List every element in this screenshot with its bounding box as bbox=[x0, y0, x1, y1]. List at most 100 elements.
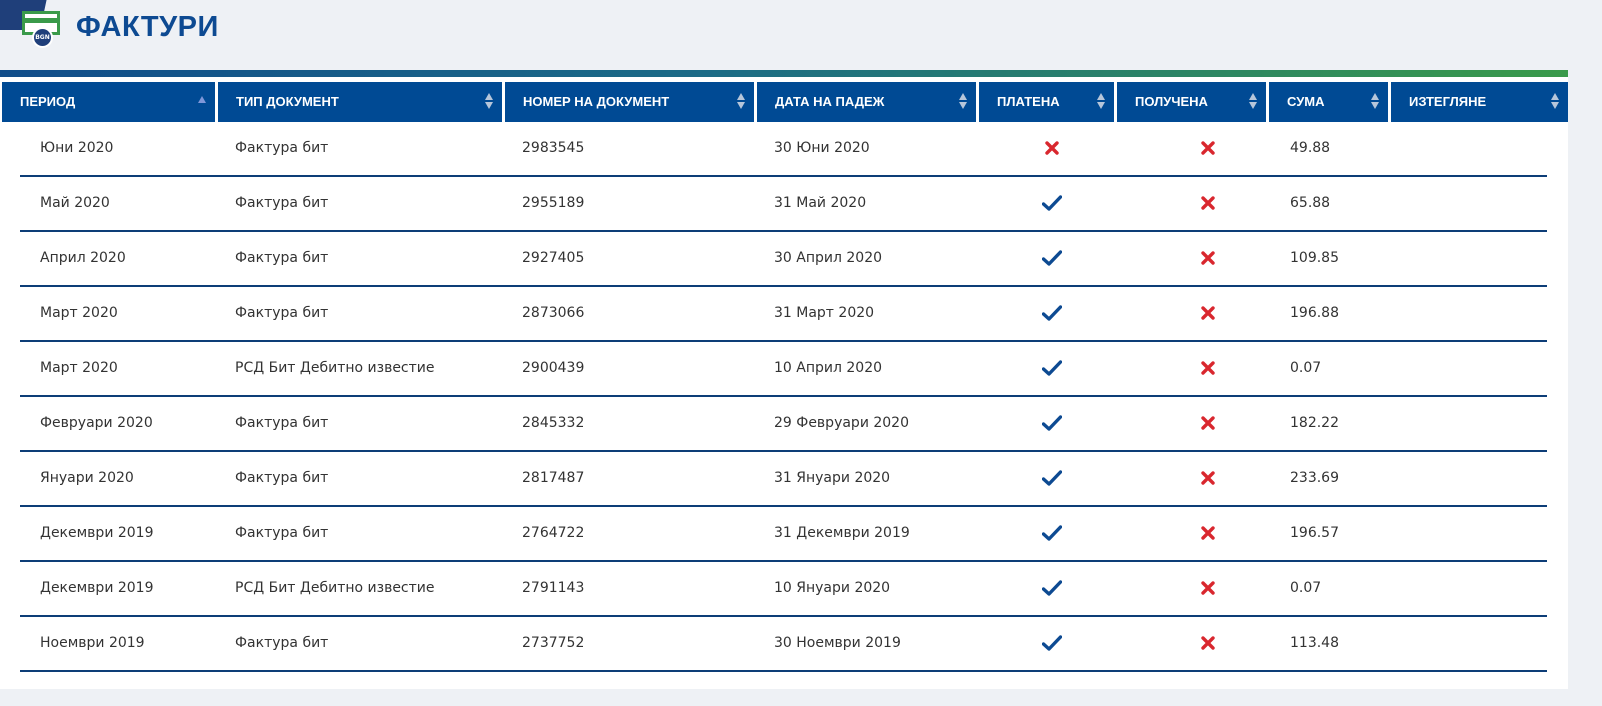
cell-document-type: Фактура бит bbox=[235, 470, 329, 486]
cell-period: Март 2020 bbox=[40, 305, 118, 321]
cell-received-status bbox=[1113, 562, 1265, 615]
cell-period: Януари 2020 bbox=[40, 470, 134, 486]
cell-received-status bbox=[1113, 342, 1265, 395]
sort-icon[interactable] bbox=[959, 93, 968, 111]
sort-down-arrow-icon bbox=[1371, 102, 1379, 109]
sort-icon[interactable] bbox=[1249, 93, 1258, 111]
sort-down-arrow-icon bbox=[1097, 102, 1105, 109]
cell-received-status bbox=[1113, 452, 1265, 505]
sort-up-arrow-icon bbox=[1097, 93, 1105, 100]
sort-up-arrow-icon bbox=[198, 96, 206, 103]
sort-down-arrow-icon bbox=[1249, 102, 1257, 109]
cell-paid-status bbox=[975, 177, 1113, 230]
cell-due-date: 30 Ноември 2019 bbox=[774, 635, 901, 651]
column-header-number[interactable]: НОМЕР НА ДОКУМЕНТ bbox=[505, 82, 754, 122]
cross-icon bbox=[1201, 581, 1215, 595]
cell-received-status bbox=[1113, 177, 1265, 230]
sort-up-arrow-icon bbox=[1249, 93, 1257, 100]
cell-due-date: 29 Февруари 2020 bbox=[774, 415, 909, 431]
checkmark-icon bbox=[1042, 470, 1062, 486]
sort-up-arrow-icon bbox=[485, 93, 493, 100]
column-header-label: НОМЕР НА ДОКУМЕНТ bbox=[523, 94, 670, 109]
cross-icon bbox=[1201, 526, 1215, 540]
column-header-label: ПОЛУЧЕНА bbox=[1135, 94, 1208, 109]
cell-document-number: 2764722 bbox=[522, 525, 585, 541]
table-row[interactable]: Март 2020 Фактура бит 2873066 31 Март 2020 1… bbox=[20, 287, 1547, 342]
column-header-label: ПЛАТЕНА bbox=[997, 94, 1060, 109]
cross-icon bbox=[1201, 416, 1215, 430]
cell-period: Юни 2020 bbox=[40, 140, 114, 156]
table-row[interactable]: Януари 2020 Фактура бит 2817487 31 Януари 2… bbox=[20, 452, 1547, 507]
column-header-label: СУМА bbox=[1287, 94, 1325, 109]
sort-ascending-icon[interactable] bbox=[198, 93, 207, 111]
sort-icon[interactable] bbox=[1371, 93, 1380, 111]
cell-download bbox=[1388, 342, 1527, 395]
column-header-paid[interactable]: ПЛАТЕНА bbox=[979, 82, 1114, 122]
cell-document-type: РСД Бит Дебитно известие bbox=[235, 360, 435, 376]
cell-due-date: 10 Януари 2020 bbox=[774, 580, 891, 596]
cell-document-type: Фактура бит bbox=[235, 635, 329, 651]
cross-icon bbox=[1045, 141, 1059, 155]
cross-icon bbox=[1201, 141, 1215, 155]
table-row[interactable]: Май 2020 Фактура бит 2955189 31 Май 2020 65.… bbox=[20, 177, 1547, 232]
table-row[interactable]: Ноември 2019 Фактура бит 2737752 30 Ноември… bbox=[20, 617, 1547, 672]
sort-up-arrow-icon bbox=[1371, 93, 1379, 100]
cell-period: Април 2020 bbox=[40, 250, 126, 266]
cell-document-type: Фактура бит bbox=[235, 525, 329, 541]
table-row[interactable]: Февруари 2020 Фактура бит 2845332 29 Февруа… bbox=[20, 397, 1547, 452]
checkmark-icon bbox=[1042, 250, 1062, 266]
cell-paid-status bbox=[975, 122, 1113, 175]
table-row[interactable]: Март 2020 РСД Бит Дебитно известие 2900439… bbox=[20, 342, 1547, 397]
cross-icon bbox=[1201, 361, 1215, 375]
column-header-label: ИЗТЕГЛЯНЕ bbox=[1409, 94, 1487, 109]
table-row[interactable]: Април 2020 Фактура бит 2927405 30 Април 202… bbox=[20, 232, 1547, 287]
invoice-card-icon: BGN bbox=[22, 11, 60, 48]
cell-paid-status bbox=[975, 452, 1113, 505]
table-row[interactable]: Декември 2019 РСД Бит Дебитно известие 279… bbox=[20, 562, 1547, 617]
cell-paid-status bbox=[975, 287, 1113, 340]
cell-received-status bbox=[1113, 397, 1265, 450]
cell-download bbox=[1388, 287, 1527, 340]
cell-due-date: 10 Април 2020 bbox=[774, 360, 883, 376]
cell-document-type: РСД Бит Дебитно известие bbox=[235, 580, 435, 596]
sort-down-arrow-icon bbox=[737, 102, 745, 109]
cell-amount: 233.69 bbox=[1290, 470, 1339, 486]
invoices-table-body: Юни 2020 Фактура бит 2983545 30 Юни 2020 49.… bbox=[20, 122, 1547, 672]
cross-icon bbox=[1201, 471, 1215, 485]
checkmark-icon bbox=[1042, 580, 1062, 596]
cell-document-number: 2900439 bbox=[522, 360, 585, 376]
header-stripe bbox=[0, 70, 1568, 77]
column-header-due[interactable]: ДАТА НА ПАДЕЖ bbox=[757, 82, 976, 122]
cell-download bbox=[1388, 452, 1527, 505]
cell-download bbox=[1388, 562, 1527, 615]
sort-up-arrow-icon bbox=[1551, 93, 1559, 100]
sort-down-arrow-icon bbox=[959, 102, 967, 109]
column-header-download[interactable]: ИЗТЕГЛЯНЕ bbox=[1391, 82, 1568, 122]
cell-period: Май 2020 bbox=[40, 195, 110, 211]
cell-document-number: 2955189 bbox=[522, 195, 585, 211]
cell-due-date: 31 Март 2020 bbox=[774, 305, 875, 321]
cell-paid-status bbox=[975, 507, 1113, 560]
sort-icon[interactable] bbox=[1551, 93, 1560, 111]
currency-badge-icon: BGN bbox=[32, 27, 53, 48]
column-header-type[interactable]: ТИП ДОКУМЕНТ bbox=[218, 82, 502, 122]
table-row[interactable]: Юни 2020 Фактура бит 2983545 30 Юни 2020 49.… bbox=[20, 122, 1547, 177]
column-header-label: ТИП ДОКУМЕНТ bbox=[236, 94, 339, 109]
table-row[interactable]: Декември 2019 Фактура бит 2764722 31 Декемв… bbox=[20, 507, 1547, 562]
sort-icon[interactable] bbox=[485, 93, 494, 111]
column-header-period[interactable]: ПЕРИОД bbox=[2, 82, 215, 122]
column-header-amount[interactable]: СУМА bbox=[1269, 82, 1388, 122]
checkmark-icon bbox=[1042, 415, 1062, 431]
cross-icon bbox=[1201, 251, 1215, 265]
sort-icon[interactable] bbox=[1097, 93, 1106, 111]
cell-amount: 196.57 bbox=[1290, 525, 1339, 541]
page-title: ФАКТУРИ bbox=[76, 11, 219, 43]
cell-download bbox=[1388, 397, 1527, 450]
cell-paid-status bbox=[975, 342, 1113, 395]
cell-document-type: Фактура бит bbox=[235, 140, 329, 156]
cell-amount: 182.22 bbox=[1290, 415, 1339, 431]
column-header-received[interactable]: ПОЛУЧЕНА bbox=[1117, 82, 1266, 122]
sort-icon[interactable] bbox=[737, 93, 746, 111]
cell-due-date: 30 Юни 2020 bbox=[774, 140, 870, 156]
cell-document-number: 2817487 bbox=[522, 470, 585, 486]
